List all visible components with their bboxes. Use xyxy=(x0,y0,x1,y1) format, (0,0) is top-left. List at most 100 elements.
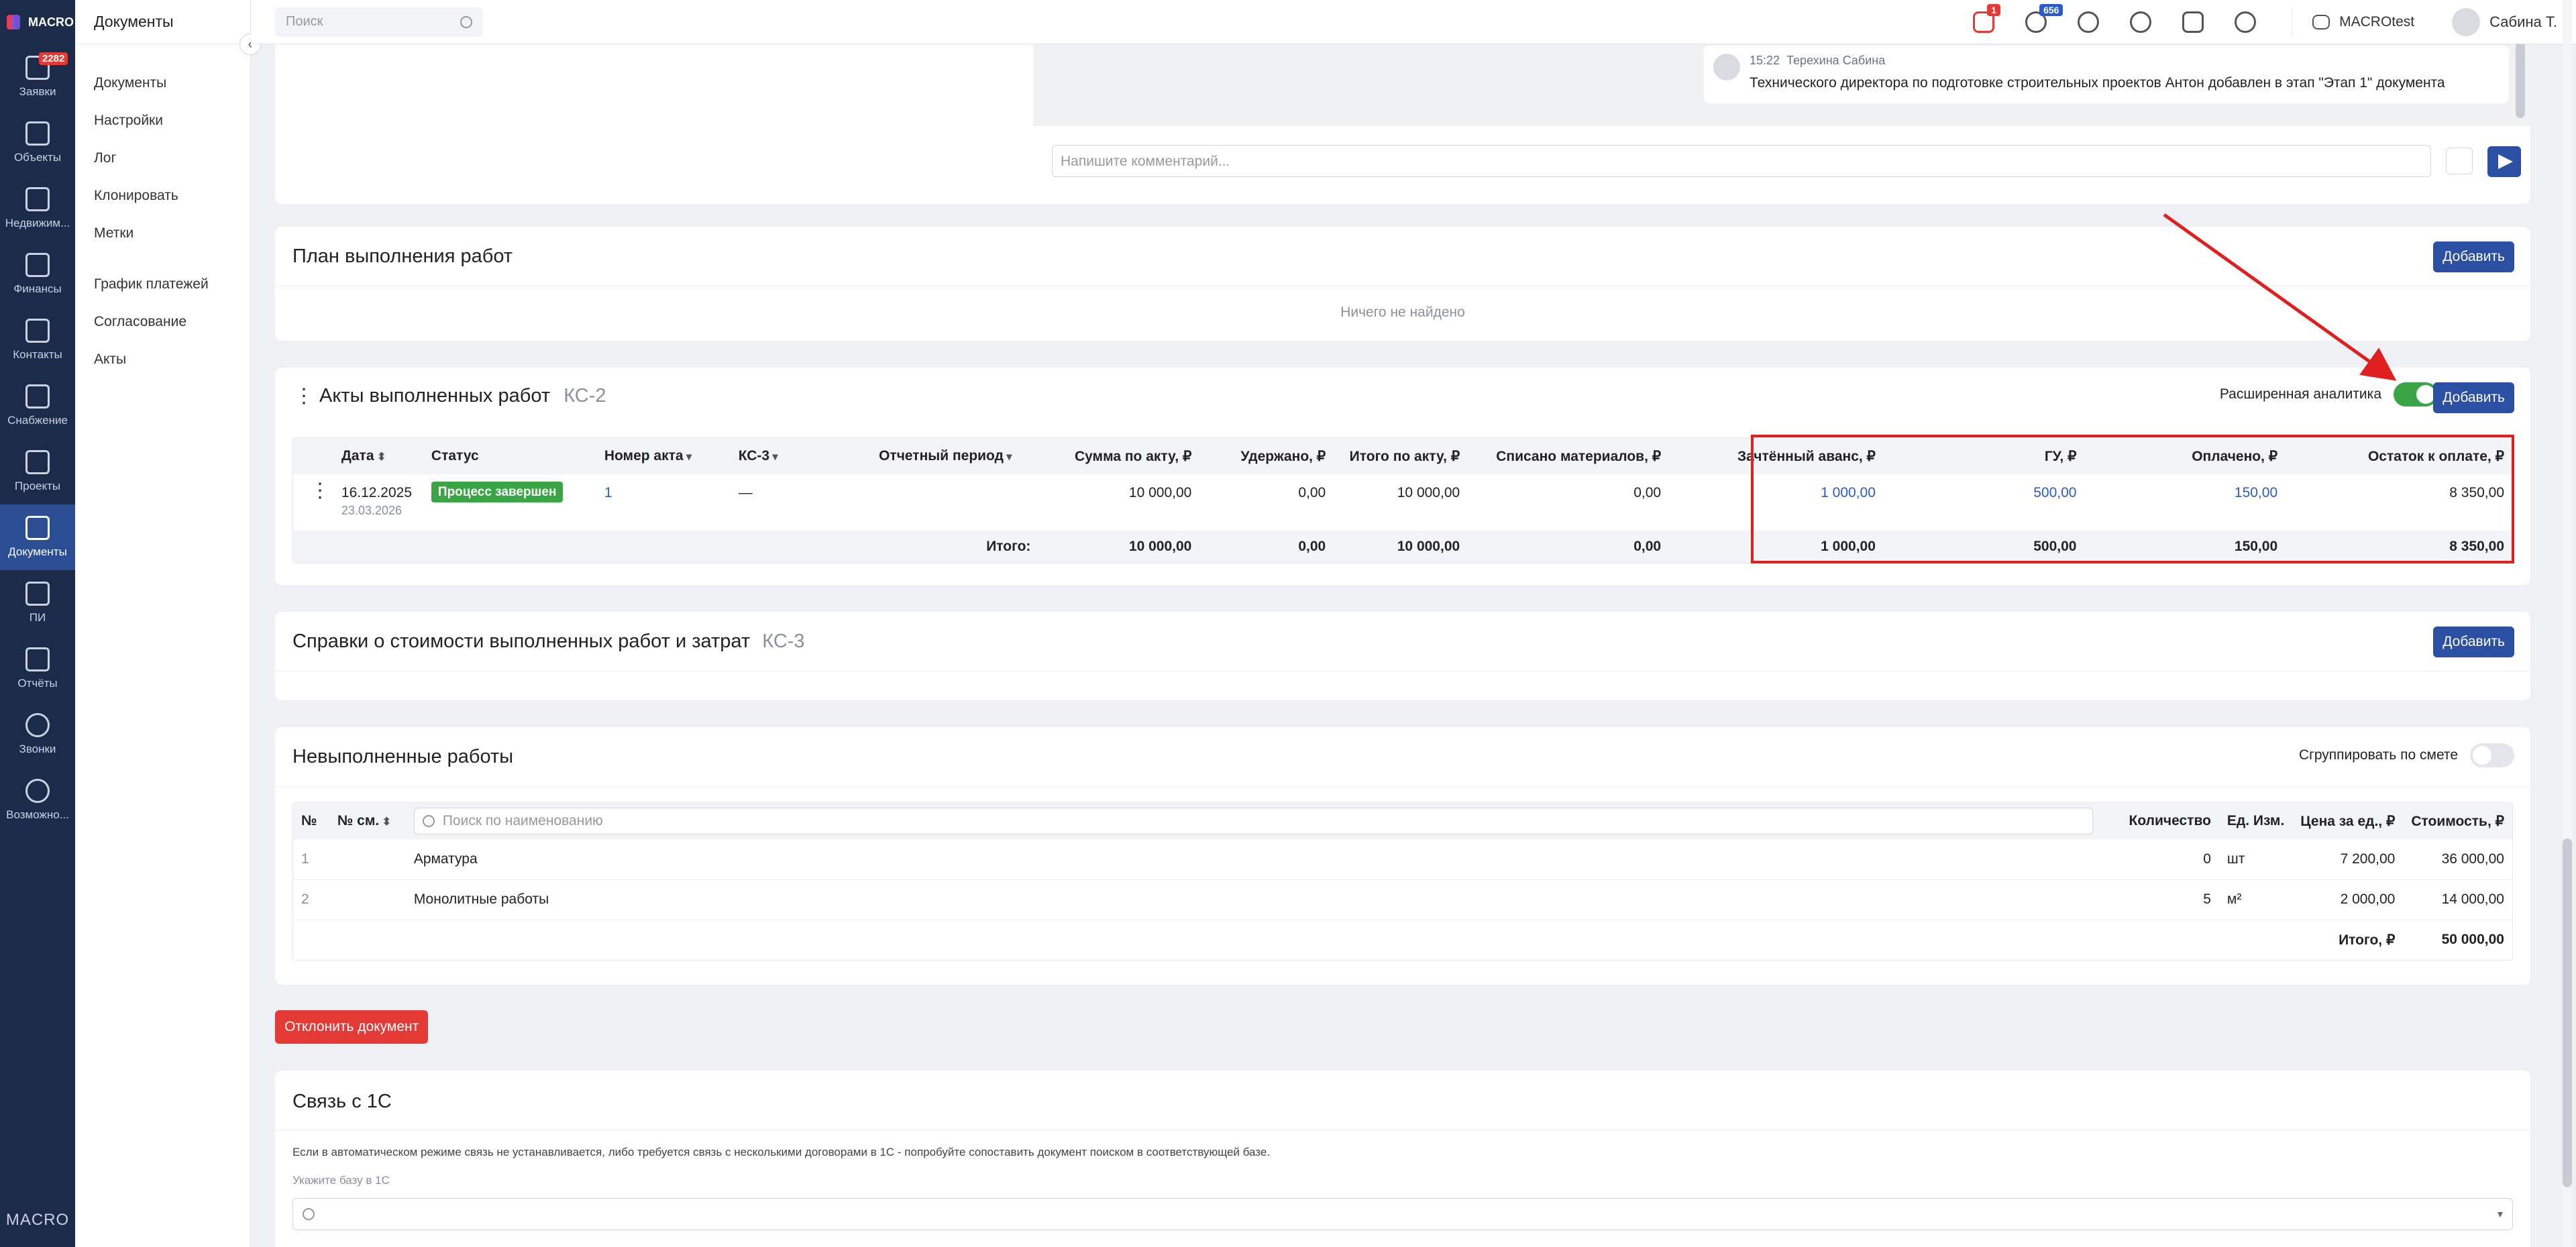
col-total: Итого по акту, ₽ xyxy=(1334,438,1468,474)
send-button[interactable] xyxy=(2487,146,2521,177)
phone-settings-icon[interactable] xyxy=(2130,11,2152,33)
onec-card: Связь с 1С Если в автоматическом режиме … xyxy=(275,1071,2530,1247)
analytics-highlight-box xyxy=(1751,435,2514,563)
nav-item-10[interactable]: Звонки xyxy=(0,702,75,767)
table-row[interactable]: 1 Арматура 0 шт 7 200,00 36 000,00 xyxy=(293,839,2512,879)
nav-item-4[interactable]: Контакты xyxy=(0,307,75,373)
page-scrollbar-thumb[interactable] xyxy=(2563,838,2572,1187)
chat-icon[interactable] xyxy=(2078,11,2100,33)
top-bar: Поиск 1 656 MACROtest Сабина Т. xyxy=(251,0,2576,44)
calendar-icon[interactable]: 1 xyxy=(1973,4,2000,33)
row-menu-icon[interactable] xyxy=(310,482,330,501)
col-quantity: Количество xyxy=(2101,803,2219,839)
cube-icon xyxy=(25,121,50,146)
act-sum: 10 000,00 xyxy=(1128,485,1192,500)
comment-avatar xyxy=(1713,54,1740,80)
group-by-estimate-toggle[interactable] xyxy=(2470,743,2514,767)
acts-menu-icon[interactable] xyxy=(294,388,314,406)
comment-input[interactable]: Напишите комментарий... xyxy=(1052,145,2431,177)
col-materials: Списано материалов, ₽ xyxy=(1468,438,1670,474)
unfinished-card: Невыполненные работы Сгруппировать по см… xyxy=(275,727,2530,985)
search-icon xyxy=(303,1208,315,1220)
nav-item-6[interactable]: Проекты xyxy=(0,439,75,504)
plan-card: План выполнения работ Добавить Ничего не… xyxy=(275,227,2530,341)
row-price: 2 000,00 xyxy=(2340,891,2396,907)
projects-icon xyxy=(25,450,50,474)
page-scrollbar[interactable] xyxy=(2563,0,2572,1247)
subnav-item-0[interactable]: Документы xyxy=(75,64,250,102)
acts-add-button[interactable]: Добавить xyxy=(2433,382,2514,413)
totals-total: 10 000,00 xyxy=(1397,539,1460,554)
certs-card: Справки о стоимости выполненных работ и … xyxy=(275,612,2530,700)
analytics-toggle[interactable] xyxy=(2394,382,2438,406)
paperclip-icon[interactable] xyxy=(2446,148,2473,174)
nav-badge: 2282 xyxy=(39,52,68,65)
contacts-icon xyxy=(25,319,50,343)
nav-item-3[interactable]: Финансы xyxy=(0,241,75,307)
row-price: 7 200,00 xyxy=(2340,851,2396,867)
nav-item-2[interactable]: Недвижим... xyxy=(0,176,75,241)
col-n: № xyxy=(293,803,329,839)
phone-icon xyxy=(25,713,50,737)
nav-item-label: Заявки xyxy=(19,85,56,98)
nav-item-1[interactable]: Объекты xyxy=(0,110,75,176)
comments-card: 15:22 Терехина Сабина Технического дирек… xyxy=(275,44,2530,204)
nav-item-label: ПИ xyxy=(29,611,46,624)
subnav-item-4[interactable]: Метки xyxy=(75,215,250,252)
subnav-item-2[interactable]: Лог xyxy=(75,140,250,177)
unfinished-search-input[interactable]: Поиск по наименованию xyxy=(413,808,2094,834)
nav-item-label: Снабжение xyxy=(7,414,68,427)
table-row[interactable]: 2 Монолитные работы 5 м² 2 000,00 14 000… xyxy=(293,879,2512,920)
subnav-item-1[interactable]: Настройки xyxy=(75,102,250,140)
org-switcher[interactable]: MACROtest xyxy=(2292,9,2414,36)
col-act-number[interactable]: Номер акта xyxy=(596,438,731,474)
user-menu[interactable]: Сабина Т. xyxy=(2452,8,2557,36)
nav-item-8[interactable]: ПИ xyxy=(0,570,75,636)
comment-text: Технического директора по подготовке стр… xyxy=(1750,75,2445,91)
onec-base-select[interactable]: ▾ xyxy=(292,1198,2513,1230)
nav-item-7[interactable]: Документы xyxy=(0,504,75,570)
brand-logo[interactable]: MACRO xyxy=(0,0,75,44)
certs-add-button[interactable]: Добавить xyxy=(2433,627,2514,657)
bar-chart-icon xyxy=(25,647,50,671)
nav-item-label: Проекты xyxy=(14,480,61,492)
global-search-input[interactable]: Поиск xyxy=(275,7,483,37)
acts-card: Акты выполненных работ КС-2 Расширенная … xyxy=(275,368,2530,585)
plan-add-button[interactable]: Добавить xyxy=(2433,241,2514,272)
row-name: Монолитные работы xyxy=(413,891,549,907)
comments-scrollbar[interactable] xyxy=(2516,44,2525,118)
comment-author: Терехина Сабина xyxy=(1786,54,1886,67)
nav-item-0[interactable]: Заявки 2282 xyxy=(0,44,75,110)
bell-icon[interactable]: 656 xyxy=(2025,4,2063,33)
info-icon[interactable] xyxy=(2182,11,2204,33)
act-number-link[interactable]: 1 xyxy=(596,474,731,531)
subnav-item-3[interactable]: Клонировать xyxy=(75,177,250,215)
nav-item-9[interactable]: Отчёты xyxy=(0,636,75,702)
col-sum: Сумма по акту, ₽ xyxy=(1038,438,1200,474)
subnav-item-7[interactable]: Акты xyxy=(75,341,250,378)
col-period[interactable]: Отчетный период xyxy=(864,438,1039,474)
reject-document-button[interactable]: Отклонить документ xyxy=(275,1010,429,1044)
col-estimate-n[interactable]: № см. xyxy=(329,803,406,839)
col-ks3[interactable]: КС-3 xyxy=(730,438,865,474)
truck-icon xyxy=(25,384,50,409)
user-avatar xyxy=(2452,8,2481,36)
nav-item-5[interactable]: Снабжение xyxy=(0,373,75,439)
nav-item-label: Недвижим... xyxy=(5,217,70,229)
users-icon[interactable] xyxy=(2235,11,2257,33)
clipboard-icon xyxy=(25,516,50,540)
act-materials: 0,00 xyxy=(1633,485,1662,500)
col-date[interactable]: Дата xyxy=(333,438,423,474)
gear-icon xyxy=(25,779,50,803)
brand-name: MACRO xyxy=(28,15,74,29)
unfinished-title: Невыполненные работы xyxy=(292,746,514,767)
act-period xyxy=(864,474,1038,531)
subnav-item-6[interactable]: Согласование xyxy=(75,303,250,341)
main-sidebar: MACRO Заявки 2282 Объекты Недвижим... Финанс… xyxy=(0,0,75,1247)
briefcase-icon xyxy=(2312,15,2330,30)
nav-item-11[interactable]: Возможно... xyxy=(0,767,75,833)
certs-tag: КС-3 xyxy=(762,631,805,652)
acts-title: Акты выполненных работ xyxy=(319,385,551,406)
totals-withheld: 0,00 xyxy=(1298,539,1326,554)
subnav-item-5[interactable]: График платежей xyxy=(75,266,250,303)
